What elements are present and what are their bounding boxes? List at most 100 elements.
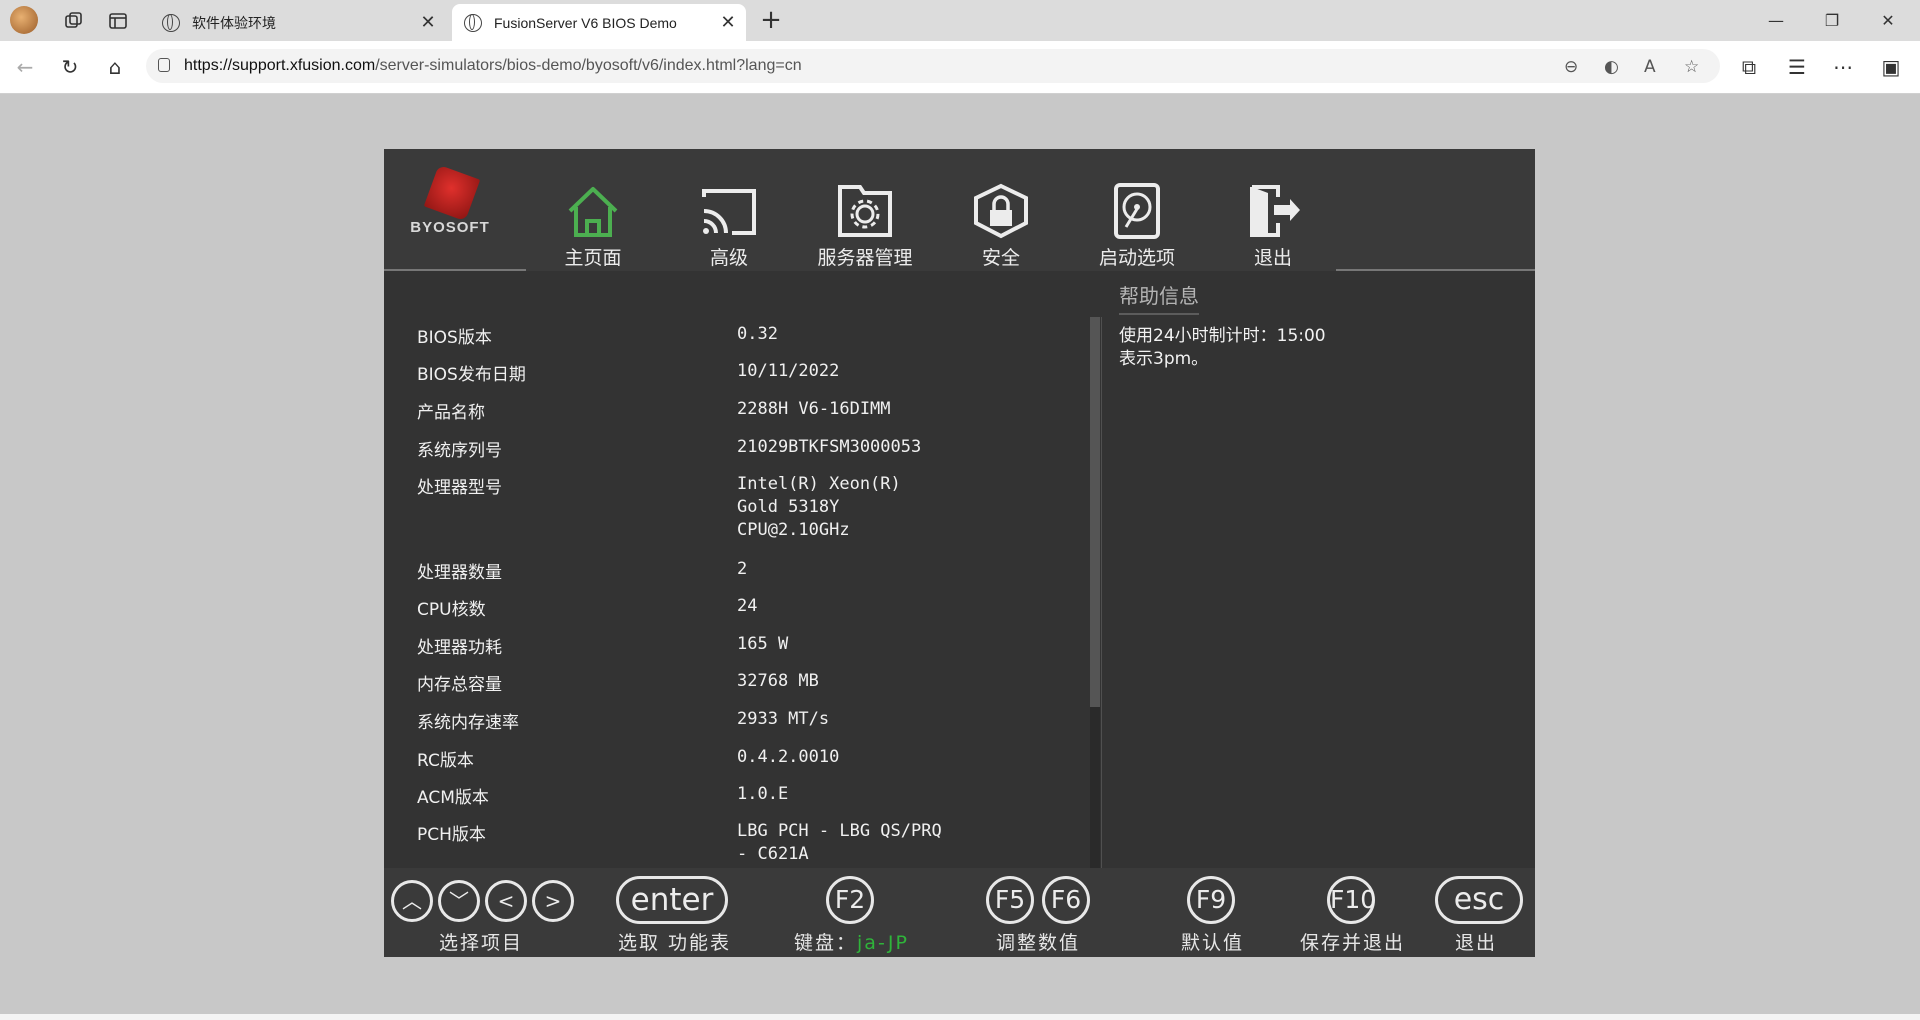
more-icon[interactable]: ⋯ xyxy=(1828,53,1858,81)
info-value: 32768 MB xyxy=(737,671,819,691)
exit-icon xyxy=(1250,185,1300,237)
address-toolbar: ← ↻ ⌂ https://support.xfusion.com/server… xyxy=(0,41,1920,94)
minimize-button[interactable]: — xyxy=(1754,6,1798,36)
info-label: ACM版本 xyxy=(417,788,489,808)
disk-icon xyxy=(1114,183,1160,239)
logo-text: BYOSOFT xyxy=(410,219,490,236)
menu-label: 启动选项 xyxy=(1098,247,1175,269)
info-value: 0.32 xyxy=(737,324,778,344)
menu-label: 主页面 xyxy=(564,247,622,269)
f5-key[interactable]: F5 xyxy=(986,876,1034,924)
page-bottom-strip xyxy=(0,1014,1920,1020)
info-value: 165 W xyxy=(737,634,789,654)
favorite-icon[interactable]: ☆ xyxy=(1684,57,1699,77)
close-icon[interactable]: ✕ xyxy=(416,12,440,33)
info-label: 处理器型号 xyxy=(417,478,502,498)
menu-exit[interactable]: 退出 xyxy=(1218,183,1328,269)
menu-advanced[interactable]: 高级 xyxy=(674,183,784,269)
info-value: 21029BTKFSM3000053 xyxy=(737,437,922,457)
help-text: 使用24小时制计时：15:00 表示3pm。 xyxy=(1119,326,1326,369)
info-label: 系统内存速率 xyxy=(417,713,519,733)
close-icon[interactable]: ✕ xyxy=(716,12,740,33)
info-value: 24 xyxy=(737,596,758,616)
menu-server-mgmt[interactable]: 服务器管理 xyxy=(810,183,920,269)
cast-icon xyxy=(702,189,756,235)
bios-screen: BYOSOFT 主页面 高级 服务器管理 安全 启动选项 退出 BIOS版本 0… xyxy=(384,149,1535,957)
profile-avatar[interactable] xyxy=(10,6,38,34)
scrollbar[interactable] xyxy=(1090,317,1100,868)
address-bar[interactable]: https://support.xfusion.com/server-simul… xyxy=(146,49,1720,83)
tab-bios-demo[interactable]: FusionServer V6 BIOS Demo ✕ xyxy=(452,4,746,41)
save-exit-label: 保存并退出 xyxy=(1300,932,1406,954)
lock-shield-icon xyxy=(974,183,1028,239)
new-tab-button[interactable]: + xyxy=(756,6,786,36)
info-label: BIOS版本 xyxy=(417,328,492,348)
keyboard-label: 键盘：ja-JP xyxy=(794,932,909,954)
up-arrow-key-icon[interactable]: ︿ xyxy=(391,880,433,922)
scrollbar-thumb[interactable] xyxy=(1090,317,1100,707)
read-aloud-icon[interactable]: A xyxy=(1644,57,1656,77)
info-label: 处理器功耗 xyxy=(417,638,502,658)
f6-key[interactable]: F6 xyxy=(1042,876,1090,924)
divider xyxy=(384,269,526,271)
back-icon[interactable]: ← xyxy=(10,53,40,81)
refresh-icon[interactable]: ↻ xyxy=(55,53,85,81)
info-label: 处理器数量 xyxy=(417,563,502,583)
left-arrow-key-icon[interactable]: < xyxy=(485,880,527,922)
key-legend: ︿ ﹀ < > 选择项目 enter 选取 功能表 F2 键盘：ja-JP F5… xyxy=(384,868,1535,957)
right-arrow-key-icon[interactable]: > xyxy=(532,880,574,922)
menu-label: 安全 xyxy=(981,247,1020,269)
f2-key[interactable]: F2 xyxy=(826,876,874,924)
workspaces-icon[interactable] xyxy=(60,8,88,34)
f10-key[interactable]: F10 xyxy=(1327,876,1376,924)
logo-mark-icon xyxy=(423,164,481,222)
bios-header: BYOSOFT 主页面 高级 服务器管理 安全 启动选项 退出 xyxy=(384,149,1535,271)
divider xyxy=(1336,269,1535,271)
close-window-button[interactable]: ✕ xyxy=(1866,6,1910,36)
info-value: LBG PCH - LBG QS/PRQ - C621A xyxy=(737,821,942,864)
info-value: 0.4.2.0010 xyxy=(737,747,840,767)
globe-icon xyxy=(162,13,180,32)
url-text[interactable]: https://support.xfusion.com/server-simul… xyxy=(184,57,802,75)
info-label: PCH版本 xyxy=(417,825,486,845)
tab-label: FusionServer V6 BIOS Demo xyxy=(494,14,677,31)
restore-button[interactable]: ❐ xyxy=(1810,6,1854,36)
enter-key[interactable]: enter xyxy=(616,876,728,924)
menu-label: 服务器管理 xyxy=(817,247,913,269)
tab-software-env[interactable]: 软件体验环境 ✕ xyxy=(150,4,446,41)
info-label: 产品名称 xyxy=(417,403,485,423)
extensions-icon[interactable]: ⧉ xyxy=(1734,53,1764,81)
exit-label: 退出 xyxy=(1455,932,1498,954)
info-value: 2 xyxy=(737,559,748,579)
edge-icon[interactable]: ◐ xyxy=(1604,57,1619,77)
tab-actions-icon[interactable] xyxy=(104,8,132,34)
info-value: 1.0.E xyxy=(737,784,789,804)
menu-main[interactable]: 主页面 xyxy=(538,183,648,269)
info-value: 2933 MT/s xyxy=(737,709,830,729)
zoom-out-icon[interactable]: ⊖ xyxy=(1564,57,1578,77)
info-value: 2288H V6-16DIMM xyxy=(737,399,891,419)
info-label: 内存总容量 xyxy=(417,675,502,695)
menu-security[interactable]: 安全 xyxy=(946,183,1056,269)
gear-folder-icon xyxy=(838,185,892,237)
browser-tab-bar: 软件体验环境 ✕ FusionServer V6 BIOS Demo ✕ + —… xyxy=(0,0,1920,41)
info-value: Intel(R) Xeon(R) Gold 5318Y CPU@2.10GHz xyxy=(737,474,901,540)
esc-key[interactable]: esc xyxy=(1435,876,1523,924)
keyboard-value: ja-JP xyxy=(857,932,909,954)
info-label: 系统序列号 xyxy=(417,441,502,461)
menu-boot[interactable]: 启动选项 xyxy=(1082,183,1192,269)
down-arrow-key-icon[interactable]: ﹀ xyxy=(438,880,480,922)
select-menu-label: 选取 功能表 xyxy=(618,932,732,954)
f9-key[interactable]: F9 xyxy=(1187,876,1235,924)
info-value: 10/11/2022 xyxy=(737,361,840,381)
default-label: 默认值 xyxy=(1181,932,1245,954)
globe-icon xyxy=(464,13,482,32)
lock-icon[interactable] xyxy=(158,58,170,72)
home-icon[interactable]: ⌂ xyxy=(100,53,130,81)
menu-label: 高级 xyxy=(709,247,748,269)
select-item-label: 选择项目 xyxy=(439,932,524,954)
sidebar-icon[interactable]: ▣ xyxy=(1876,53,1906,81)
tab-label: 软件体验环境 xyxy=(192,14,276,31)
favorites-icon[interactable]: ☰ xyxy=(1782,53,1812,81)
info-label: BIOS发布日期 xyxy=(417,365,526,385)
